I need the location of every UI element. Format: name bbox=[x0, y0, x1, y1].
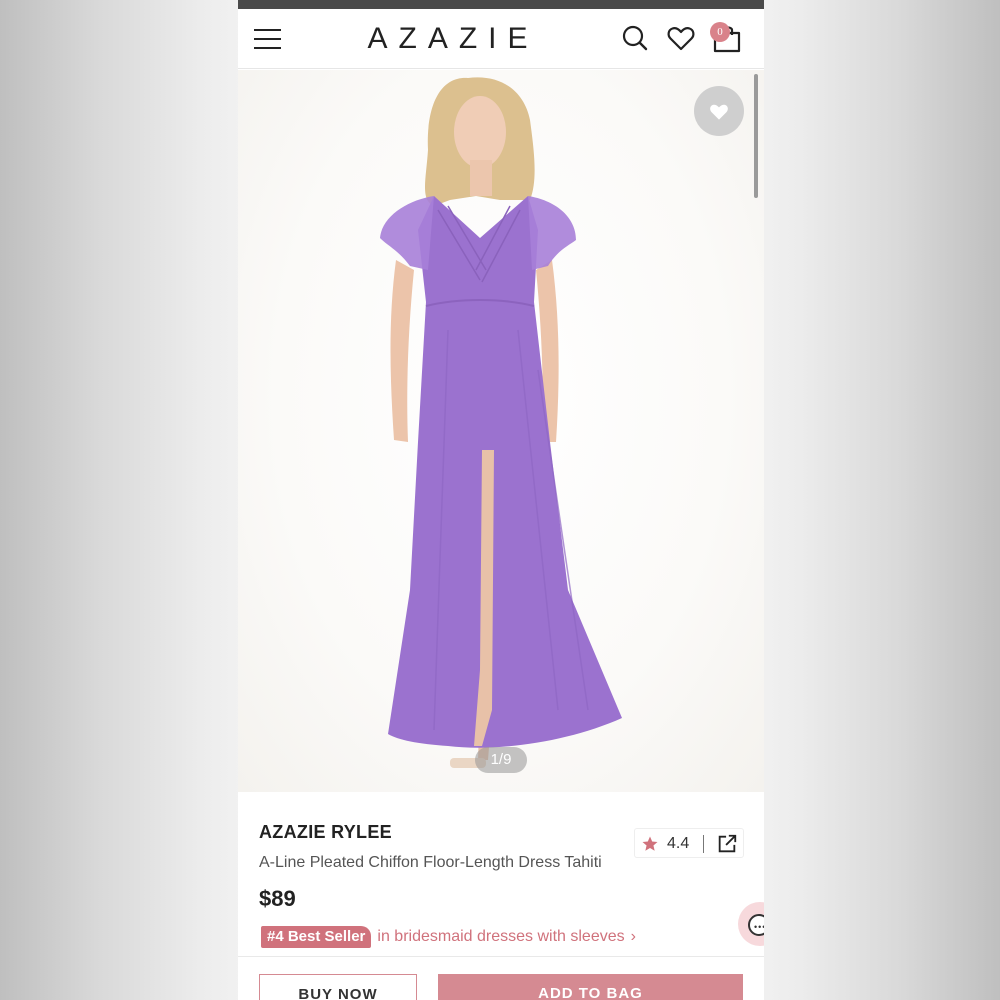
scroll-indicator[interactable] bbox=[754, 74, 758, 198]
status-bar bbox=[238, 0, 764, 9]
bottom-action-bar: BUY NOW ADD TO BAG bbox=[238, 962, 764, 1000]
buy-now-button[interactable]: BUY NOW bbox=[259, 974, 417, 1000]
best-seller-badge: #4 Best Seller bbox=[261, 926, 372, 948]
heart-icon bbox=[710, 104, 728, 120]
chat-icon: ••• bbox=[748, 914, 764, 936]
image-counter: 1/9 bbox=[475, 747, 527, 773]
add-to-bag-button[interactable]: ADD TO BAG bbox=[438, 974, 743, 1000]
rating-divider bbox=[703, 835, 704, 853]
search-icon[interactable] bbox=[620, 23, 650, 53]
brand-logo[interactable]: AZAZIE bbox=[338, 21, 568, 57]
menu-icon[interactable] bbox=[254, 29, 282, 51]
product-name[interactable]: AZAZIE RYLEE bbox=[259, 822, 392, 843]
star-icon bbox=[642, 836, 658, 851]
chat-button[interactable]: ••• bbox=[738, 902, 764, 946]
chevron-right-icon: › bbox=[630, 928, 636, 945]
heart-icon[interactable] bbox=[666, 23, 696, 53]
top-header: AZAZIE 0 bbox=[238, 9, 764, 69]
product-price: $89 bbox=[259, 886, 296, 911]
product-info: AZAZIE RYLEE A-Line Pleated Chiffon Floo… bbox=[238, 792, 764, 1000]
product-description: A-Line Pleated Chiffon Floor-Length Dres… bbox=[259, 854, 602, 871]
rating-value: 4.4 bbox=[667, 835, 690, 852]
divider bbox=[238, 956, 764, 957]
product-image-gallery[interactable]: 1/9 bbox=[238, 70, 764, 792]
best-seller-category-link[interactable]: in bridesmaid dresses with sleeves bbox=[377, 928, 624, 946]
phone-screen: AZAZIE 0 1/9 AZAZIE RYLEE A-Line Pleated… bbox=[238, 0, 764, 1000]
rating-box[interactable]: 4.4 bbox=[634, 828, 744, 858]
model-in-dress-illustration bbox=[380, 77, 622, 768]
share-icon[interactable] bbox=[716, 833, 738, 855]
favorite-button[interactable] bbox=[694, 86, 744, 136]
bag-count-badge: 0 bbox=[710, 22, 730, 42]
best-seller-row[interactable]: #4 Best Seller in bridesmaid dresses with… bbox=[261, 926, 636, 950]
